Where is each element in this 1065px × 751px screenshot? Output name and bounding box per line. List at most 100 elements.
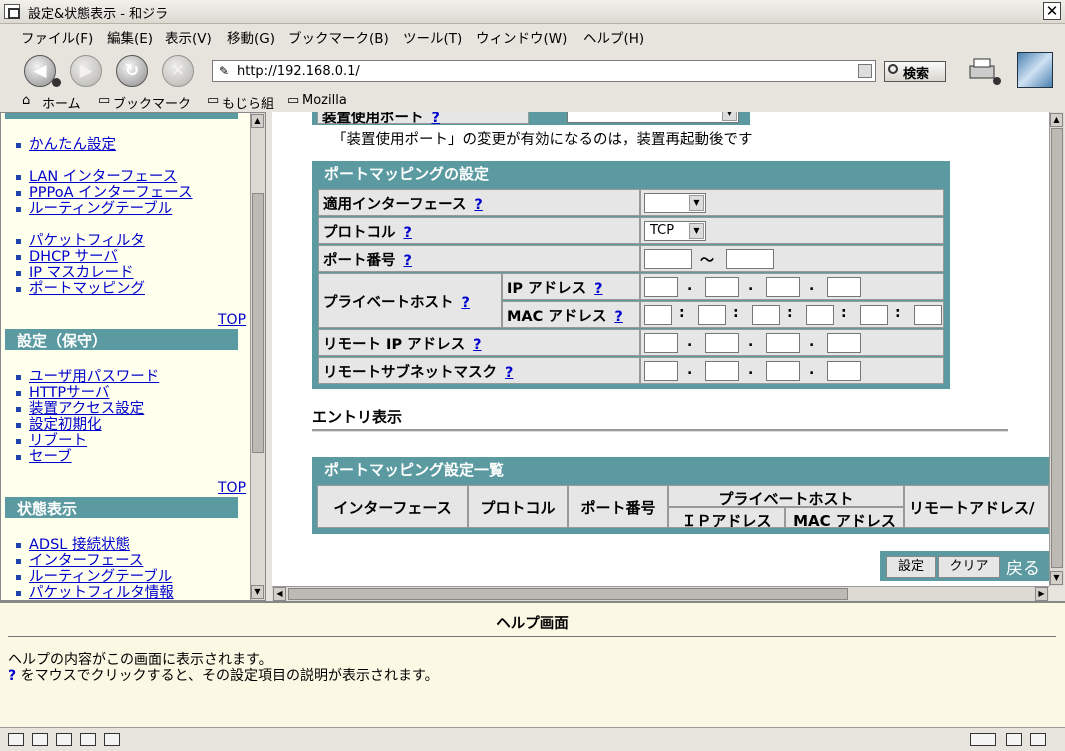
bookmark-folder-mozilla[interactable]: Mozilla [302,93,347,108]
sidebar-item-user-password[interactable]: ユーザ用パスワード [15,369,159,385]
protocol-label: プロトコル? [318,217,640,244]
remote-mask-octet-4[interactable] [827,361,861,381]
remote-mask-octet-3[interactable] [766,361,800,381]
menu-file[interactable]: ファイル(F) [21,27,93,47]
content-scrollbar[interactable]: ▲ ▼ [1049,112,1064,586]
menu-help[interactable]: ヘルプ(H) [583,27,644,47]
sidebar-scrollbar[interactable]: ▲ ▼ [250,113,265,600]
sidebar-item-port-mapping[interactable]: ポートマッピング [16,281,145,297]
search-button[interactable]: 検索 [884,61,946,82]
address-book-icon[interactable] [80,733,96,746]
bookmark-folder-mozilla-gumi[interactable]: もじら組 [222,93,274,112]
back-link[interactable]: 戻る [1006,554,1040,579]
remote-ip-octet-2[interactable] [705,333,739,353]
scroll-down-arrow[interactable]: ▼ [251,585,264,599]
private-ip-octet-2[interactable] [705,277,739,297]
menu-window[interactable]: ウィンドウ(W) [476,27,567,47]
reload-button[interactable]: ↻ [116,55,148,87]
help-link[interactable]: ? [614,309,622,325]
help-link[interactable]: ? [474,197,482,213]
bookmark-home[interactable]: ホーム [42,93,81,112]
scroll-left-arrow[interactable]: ◀ [273,587,286,601]
scrollbar-thumb[interactable] [252,193,264,453]
help-link[interactable]: ? [404,225,412,241]
port-start-input[interactable] [644,249,692,269]
help-link[interactable]: ? [594,281,602,297]
remote-mask-octet-1[interactable] [644,361,678,381]
composer-icon[interactable] [56,733,72,746]
sidebar-item-ip-masquerade[interactable]: IP マスカレード [16,265,134,281]
menu-bookmarks[interactable]: ブックマーク(B) [288,27,389,47]
horizontal-scrollbar[interactable]: ◀ ▶ [272,586,1049,601]
mac-byte-3[interactable] [752,305,780,325]
sidebar-item-device-access[interactable]: 装置アクセス設定 [15,401,144,417]
sidebar-item-factory-reset[interactable]: 設定初期化 [16,417,102,433]
help-link[interactable]: ? [462,295,470,311]
sidebar-item-dhcp-server[interactable]: DHCP サーバ [16,249,118,265]
menu-go[interactable]: 移動(G) [227,27,275,47]
mac-byte-1[interactable] [644,305,672,325]
sidebar-item-routing-table[interactable]: ルーティングテーブル [15,201,172,217]
mac-byte-5[interactable] [860,305,888,325]
sidebar-item-adsl-status[interactable]: ADSL 接続状態 [16,537,130,553]
menu-tools[interactable]: ツール(T) [403,27,462,47]
sidebar-item-easy-setup[interactable]: かんたん設定 [16,137,116,153]
remote-ip-octet-1[interactable] [644,333,678,353]
url-bar[interactable]: ✎ http://192.168.0.1/ [212,60,876,82]
mac-byte-2[interactable] [698,305,726,325]
menu-edit[interactable]: 編集(E) [107,27,153,47]
online-status-icon[interactable] [970,733,996,746]
scroll-up-arrow[interactable]: ▲ [1050,113,1063,127]
remote-ip-octet-4[interactable] [827,333,861,353]
scrollbar-thumb[interactable] [1051,128,1063,568]
navigator-icon[interactable] [8,733,24,746]
printer-icon[interactable] [966,56,1002,86]
private-ip-octet-3[interactable] [766,277,800,297]
set-button[interactable]: 設定 [886,556,936,578]
sidebar-item-pppoa-interface[interactable]: PPPoA インターフェース [16,185,193,201]
bookmark-folder-bookmarks[interactable]: ブックマーク [113,93,191,112]
remote-ip-octet-3[interactable] [766,333,800,353]
stop-button[interactable]: ✕ [162,55,194,87]
private-ip-octet-4[interactable] [827,277,861,297]
sidebar-item-lan-interface[interactable]: LAN インターフェース [15,169,177,185]
chatzilla-icon[interactable] [104,733,120,746]
menu-view[interactable]: 表示(V) [165,27,212,47]
forward-button[interactable]: ▶ [70,55,102,87]
sidebar-item-save[interactable]: セーブ [16,449,72,465]
mac-byte-6[interactable] [914,305,942,325]
scroll-down-arrow[interactable]: ▼ [1050,571,1063,585]
top-link[interactable]: TOP [218,480,246,496]
sidebar-item-reboot[interactable]: リブート [16,433,87,449]
sidebar-item-interface-status[interactable]: インターフェース [15,553,143,569]
protocol-select[interactable]: TCP ▼ [644,221,706,241]
section-header-status: 状態表示 [5,497,238,518]
url-history-dropdown-icon[interactable] [858,64,872,78]
remote-mask-octet-2[interactable] [705,361,739,381]
port-end-input[interactable] [726,249,774,269]
top-link[interactable]: TOP [218,312,246,328]
privacy-icon[interactable] [1006,733,1022,746]
throbber-icon[interactable] [1017,52,1053,88]
clear-button[interactable]: クリア [938,556,1000,578]
mail-icon[interactable] [32,733,48,746]
scroll-up-arrow[interactable]: ▲ [251,114,264,128]
scroll-right-arrow[interactable]: ▶ [1035,587,1048,601]
help-link[interactable]: ? [473,337,481,353]
sidebar-item-packet-filter[interactable]: パケットフィルタ [16,233,145,249]
back-history-dropdown-icon[interactable] [52,78,61,87]
sidebar-item-packet-filter-info[interactable]: パケットフィルタ情報 [16,585,174,600]
sidebar-item-http-server[interactable]: HTTPサーバ [15,385,109,401]
device-port-select[interactable]: ▼ [567,112,739,123]
window-menu-icon[interactable] [4,4,20,19]
help-link[interactable]: ? [505,365,513,381]
folder-icon: ▭ [287,93,300,108]
sidebar-item-routing-table-status[interactable]: ルーティングテーブル [15,569,172,585]
interface-select[interactable]: ▼ [644,193,706,213]
scrollbar-thumb[interactable] [288,588,848,600]
close-window-button[interactable]: ✕ [1043,2,1061,20]
reload-icon: ↻ [124,61,140,81]
help-link[interactable]: ? [404,253,412,269]
private-ip-octet-1[interactable] [644,277,678,297]
mac-byte-4[interactable] [806,305,834,325]
